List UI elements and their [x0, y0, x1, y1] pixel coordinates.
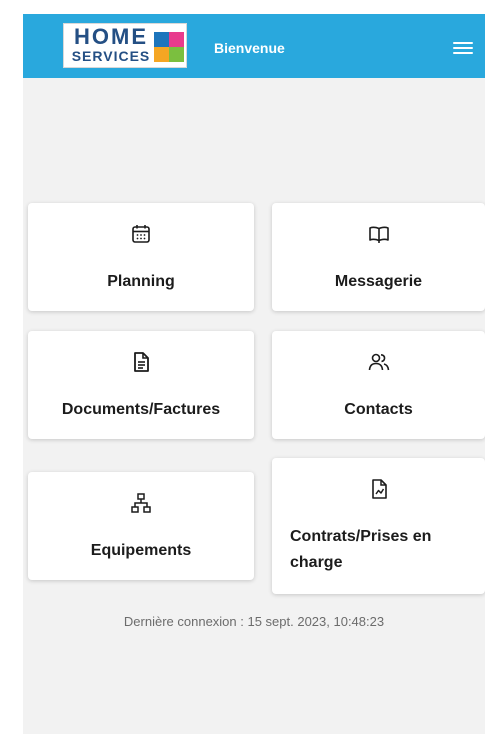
- logo-home: HOME: [74, 24, 148, 49]
- tile-label: Equipements: [90, 542, 192, 559]
- open-book-icon: [368, 226, 389, 243]
- logo-text: HOME SERVICES: [68, 24, 154, 64]
- tile-label: Documents/Factures: [61, 401, 221, 418]
- tile-documents-factures[interactable]: Documents/Factures: [28, 331, 254, 439]
- logo-services: SERVICES: [71, 48, 151, 64]
- page-title: Bienvenue: [214, 40, 285, 56]
- top-bar: HOME SERVICES Bienvenue: [23, 14, 485, 78]
- last-login-text: Dernière connexion : 15 sept. 2023, 10:4…: [123, 614, 385, 629]
- home-services-logo[interactable]: HOME SERVICES: [63, 23, 187, 68]
- users-icon: [368, 353, 389, 371]
- tile-messagerie[interactable]: Messagerie: [272, 203, 485, 311]
- tile-planning[interactable]: Planning: [28, 203, 254, 311]
- logo-mark-icon: [154, 32, 184, 62]
- document-icon: [134, 352, 149, 372]
- calendar-icon: [132, 225, 150, 243]
- tile-label: Contacts: [344, 401, 413, 418]
- app-screen: HOME SERVICES Bienvenue Planning Message…: [23, 14, 485, 734]
- tile-label: Planning: [107, 273, 175, 290]
- tile-contacts[interactable]: Contacts: [272, 331, 485, 439]
- tile-label: Messagerie: [334, 273, 423, 290]
- tile-contrats-prises-en-charge[interactable]: Contrats/Prises en charge: [272, 458, 485, 594]
- network-sitemap-icon: [131, 493, 151, 513]
- tile-equipements[interactable]: Equipements: [28, 472, 254, 580]
- tile-label: Contrats/Prises en charge: [290, 528, 432, 571]
- hamburger-menu-icon[interactable]: [451, 40, 475, 56]
- file-chart-icon: [371, 479, 387, 499]
